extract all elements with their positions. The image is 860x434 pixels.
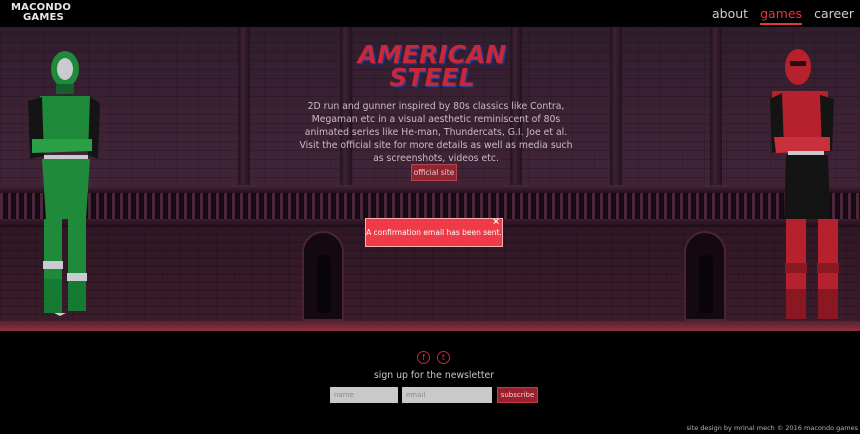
subscribe-button[interactable]: subscribe (497, 387, 538, 403)
hero-banner: AMERICAN STEEL 2D run and gunner inspire… (0, 27, 860, 331)
american-steel-title-art: AMERICAN STEEL (352, 42, 512, 92)
toast-message: A confirmation email has been sent. (366, 228, 502, 237)
newsletter-label: sign up for the newsletter (373, 370, 495, 381)
logo-line-2: GAMES (23, 12, 64, 23)
email-input[interactable]: email (402, 387, 492, 403)
twitter-icon[interactable]: t (437, 351, 450, 364)
title-line-2: STEEL (389, 63, 475, 92)
confirmation-toast: A confirmation email has been sent. × (365, 218, 503, 247)
macondo-games-logo[interactable]: MACONDO GAMES (11, 3, 73, 23)
nav-games[interactable]: games (760, 7, 803, 25)
site-header: MACONDO GAMES about games career (0, 0, 860, 27)
site-credits: site design by mrinal mech © 2016 macond… (686, 424, 858, 432)
nav-career[interactable]: career (814, 7, 854, 25)
game-description: 2D run and gunner inspired by 80s classi… (299, 101, 573, 164)
close-icon[interactable]: × (492, 218, 500, 227)
green-hero-character (28, 51, 100, 316)
facebook-icon[interactable]: f (417, 351, 430, 364)
red-hero-character (770, 49, 839, 319)
main-nav: about games career (700, 7, 854, 25)
nav-about[interactable]: about (712, 7, 748, 25)
official-site-button[interactable]: official site (411, 164, 457, 181)
name-input[interactable]: name (330, 387, 398, 403)
